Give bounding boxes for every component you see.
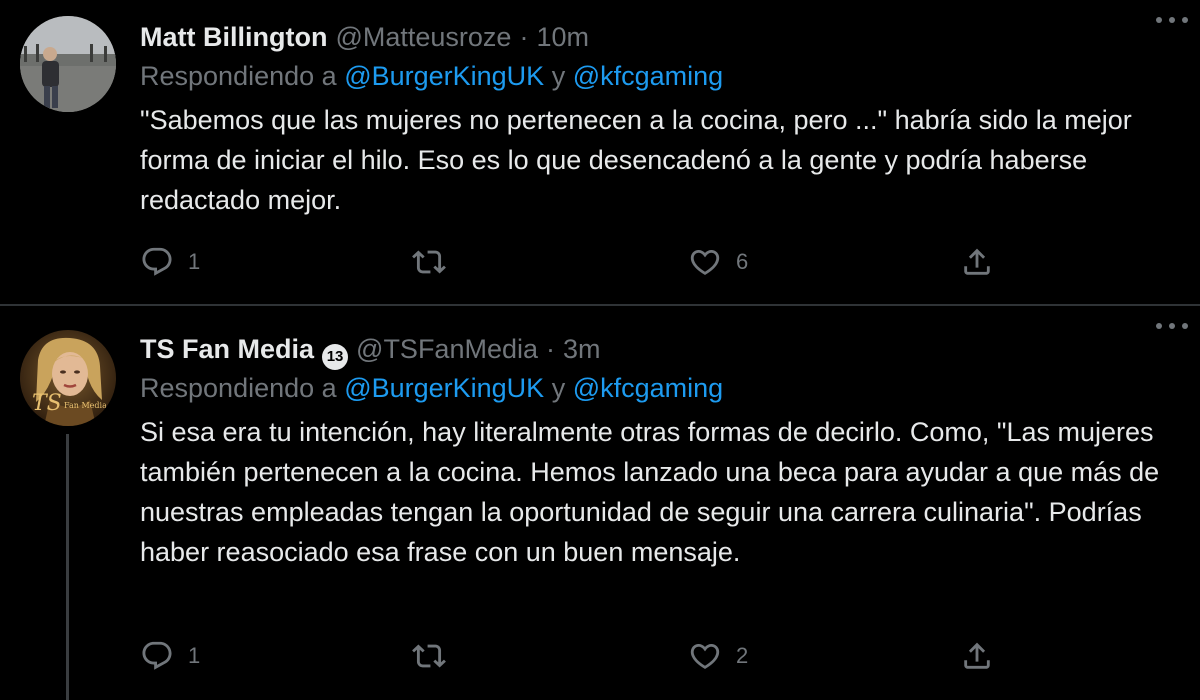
reply-icon	[142, 641, 172, 670]
thread-line	[66, 434, 69, 700]
replying-to: Respondiendo a @BurgerKingUK y @kfcgamin…	[140, 56, 1160, 96]
like-icon	[690, 249, 720, 275]
tweet-body: Matt Billington @Matteusroze · 10m Respo…	[140, 18, 1160, 220]
tweet-body: TS Fan Media 13 @TSFanMedia · 3m Respond…	[140, 330, 1160, 572]
share-icon	[964, 642, 990, 669]
conjunction: y	[551, 373, 566, 403]
like-button[interactable]: 2	[688, 636, 748, 676]
retweet-button[interactable]	[412, 636, 460, 676]
tweet-actions: 1 2	[140, 636, 1020, 676]
author-handle[interactable]: @TSFanMedia	[356, 330, 538, 368]
tweet-actions: 1 6	[140, 242, 1020, 282]
timestamp[interactable]: 10m	[536, 18, 589, 56]
mention-link[interactable]: @BurgerKingUK	[344, 373, 544, 403]
like-count: 6	[736, 249, 749, 274]
author-name[interactable]: Matt Billington	[140, 18, 327, 56]
replying-prefix: Respondiendo a	[140, 373, 337, 403]
tweet[interactable]: Matt Billington @Matteusroze · 10m Respo…	[0, 0, 1200, 304]
tweet[interactable]: TS Fan Media TS Fan Media 13 @TSFanMedia…	[0, 306, 1200, 700]
timeline: Matt Billington @Matteusroze · 10m Respo…	[0, 0, 1200, 700]
separator: ·	[519, 22, 529, 52]
separator: ·	[546, 334, 556, 364]
like-count: 2	[736, 643, 749, 668]
conjunction: y	[551, 61, 566, 91]
tweet-header: Matt Billington @Matteusroze · 10m	[140, 18, 1160, 56]
tweet-text: Si esa era tu intención, hay literalment…	[140, 417, 1160, 567]
retweet-icon	[412, 644, 446, 668]
mention-link[interactable]: @BurgerKingUK	[344, 61, 544, 91]
reply-icon	[142, 247, 172, 276]
tweet-header: TS Fan Media 13 @TSFanMedia · 3m	[140, 330, 1160, 370]
reply-count: 1	[188, 643, 201, 668]
avatar-caption: Fan Media	[64, 401, 107, 410]
retweet-button[interactable]	[412, 242, 460, 282]
reply-button[interactable]: 1	[140, 242, 200, 282]
more-icon[interactable]	[1154, 8, 1190, 32]
timestamp[interactable]: 3m	[563, 330, 601, 368]
badge-13: 13	[322, 344, 349, 370]
reply-count: 1	[188, 249, 201, 274]
avatar-photo: TS Fan Media	[20, 330, 116, 426]
like-button[interactable]: 6	[688, 242, 748, 282]
author-handle[interactable]: @Matteusroze	[335, 18, 511, 56]
avatar[interactable]	[20, 16, 116, 112]
replying-to: Respondiendo a @BurgerKingUK y @kfcgamin…	[140, 368, 1160, 408]
avatar[interactable]: TS Fan Media	[20, 330, 116, 426]
share-button[interactable]	[960, 242, 994, 282]
mention-link[interactable]: @kfcgaming	[573, 373, 723, 403]
mention-link[interactable]: @kfcgaming	[573, 61, 723, 91]
tweet-text: "Sabemos que las mujeres no pertenecen a…	[140, 105, 1132, 215]
more-icon[interactable]	[1154, 314, 1190, 338]
share-button[interactable]	[960, 636, 994, 676]
replying-prefix: Respondiendo a	[140, 61, 337, 91]
avatar-photo	[20, 16, 116, 112]
like-icon	[690, 643, 720, 669]
author-name[interactable]: TS Fan Media	[140, 330, 314, 368]
reply-button[interactable]: 1	[140, 636, 200, 676]
share-icon	[964, 248, 990, 275]
retweet-icon	[412, 250, 446, 274]
avatar-logo: TS	[32, 391, 62, 416]
